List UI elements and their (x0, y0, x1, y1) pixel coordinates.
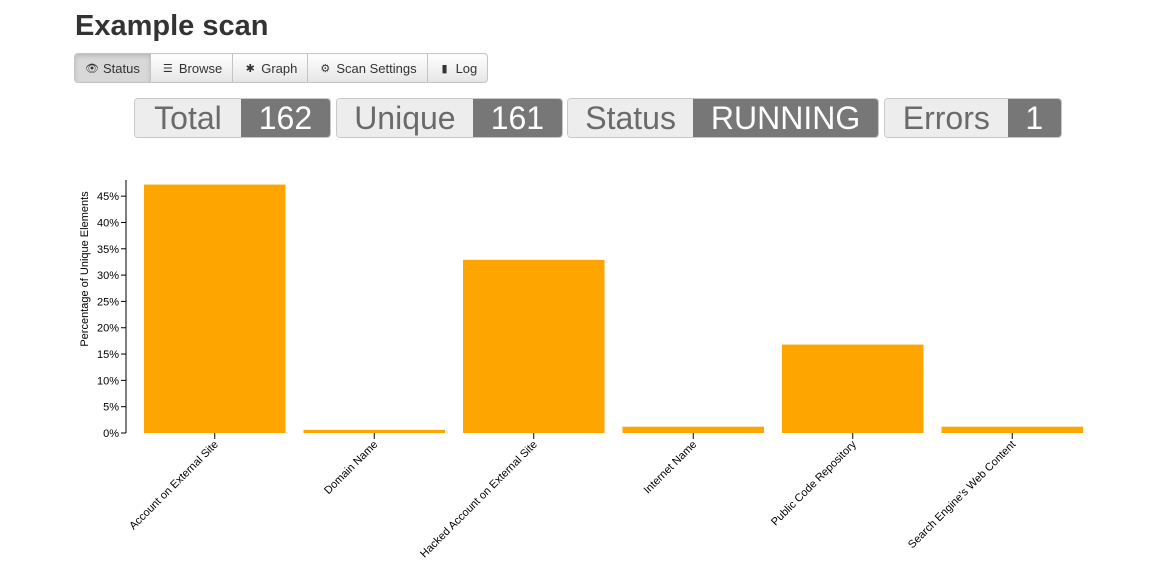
bar[interactable] (941, 426, 1084, 433)
bar[interactable] (463, 259, 605, 433)
y-tick-label: 35% (97, 244, 119, 256)
y-tick-label: 15% (97, 349, 119, 361)
x-tick-label: Hacked Account on External Site (418, 439, 540, 561)
bar[interactable] (622, 426, 765, 433)
y-tick-label: 10% (97, 375, 119, 387)
bar[interactable] (303, 429, 446, 433)
y-tick-label: 0% (103, 428, 119, 440)
y-tick-label: 20% (97, 323, 119, 335)
x-tick-label: Search Engine's Web Content (906, 439, 1018, 551)
bar[interactable] (144, 184, 286, 433)
x-tick-label: Account on External Site (127, 439, 221, 533)
x-tick-label: Public Code Repository (769, 438, 859, 528)
x-tick-label: Domain Name (322, 439, 380, 497)
y-tick-label: 40% (97, 217, 119, 229)
y-axis-label: Percentage of Unique Elements (79, 191, 91, 347)
bar[interactable] (782, 344, 924, 433)
y-tick-label: 30% (97, 270, 119, 282)
x-tick-label: Internet Name (642, 439, 700, 497)
y-tick-label: 45% (97, 191, 119, 203)
y-tick-label: 5% (103, 402, 119, 414)
element-type-bar-chart: Percentage of Unique Elements 0% 5% 10% 15%… (79, 180, 1084, 561)
y-tick-label: 25% (97, 296, 119, 308)
